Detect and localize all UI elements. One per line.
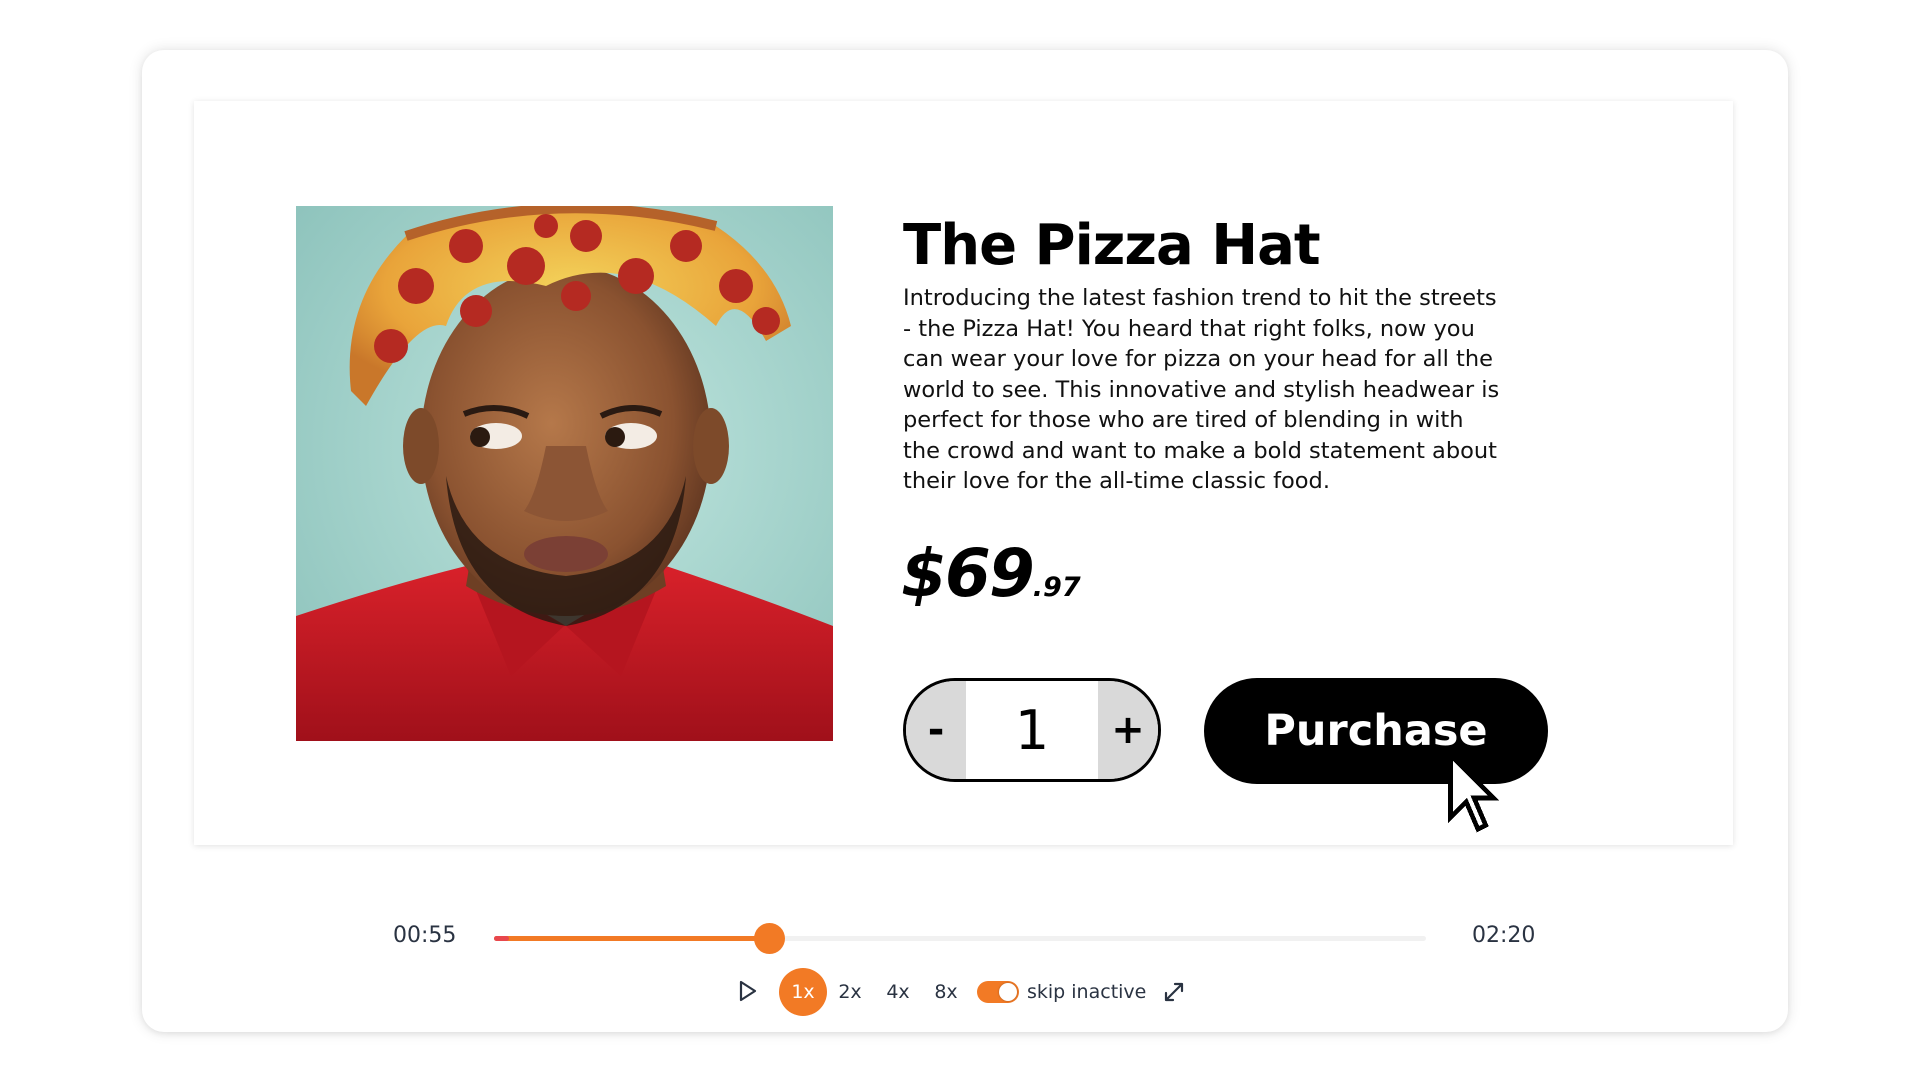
product-title: The Pizza Hat [903,213,1321,278]
speed-option-2x[interactable]: 2x [830,968,870,1016]
current-time: 00:55 [393,923,457,948]
fullscreen-expand-icon[interactable] [1162,980,1186,1004]
mouse-cursor-icon [1448,751,1500,833]
play-icon[interactable] [738,980,758,1002]
quantity-stepper: - 1 + [903,678,1161,782]
toggle-knob [999,983,1017,1001]
progress-bar[interactable] [494,923,1426,954]
price-cents: .97 [1032,572,1081,603]
product-description: Introducing the latest fashion trend to … [903,285,1500,494]
skip-inactive-toggle[interactable] [977,981,1019,1003]
progress-handle[interactable] [754,923,786,954]
speed-option-1x[interactable]: 1x [779,968,827,1016]
quantity-increment-button[interactable]: + [1098,681,1158,779]
inactive-segment-marker [494,936,509,941]
product-image [296,206,833,741]
speed-option-4x[interactable]: 4x [878,968,918,1016]
total-time: 02:20 [1472,923,1536,948]
product-price: $69.97 [901,535,1081,612]
session-replay-player: The Pizza Hat Introducing the latest fas… [142,50,1788,1032]
replay-viewport: The Pizza Hat Introducing the latest fas… [194,101,1733,845]
quantity-decrement-button[interactable]: - [906,681,966,779]
quantity-value[interactable]: 1 [966,681,1098,779]
skip-inactive-label: skip inactive [1027,981,1147,1003]
speed-option-8x[interactable]: 8x [926,968,966,1016]
price-dollars: $69 [901,535,1035,612]
progress-fill [494,936,770,941]
